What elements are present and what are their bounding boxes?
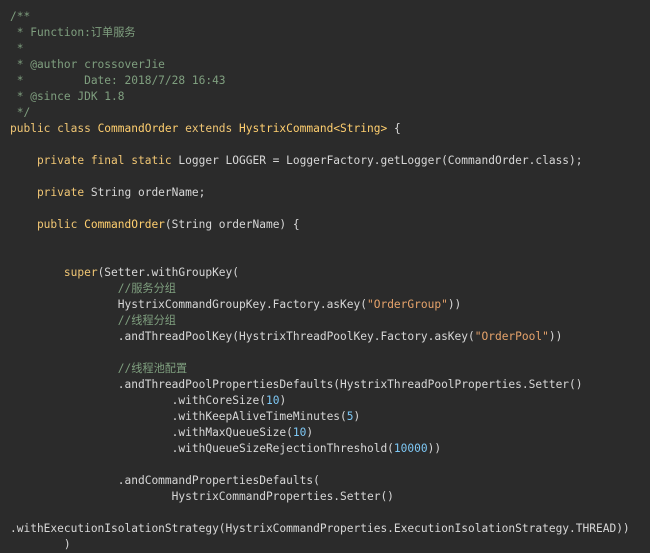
- code-line: public class CommandOrder extends Hystri…: [10, 121, 650, 137]
- code-token: <String>: [333, 122, 388, 135]
- code-token: 5: [346, 410, 354, 423]
- code-token: .andCommandPropertiesDefaults(: [10, 474, 320, 487]
- code-line: * @author crossoverJie: [10, 57, 650, 73]
- code-token: .withKeepAliveTimeMinutes(: [10, 410, 347, 423]
- code-token: .withQueueSizeRejectionThreshold(: [10, 442, 394, 455]
- code-token: String orderName;: [90, 186, 206, 199]
- code-token: .withCoreSize(: [10, 394, 266, 407]
- code-token: .withMaxQueueSize(: [10, 426, 293, 439]
- code-line: .withCoreSize(10): [10, 393, 650, 409]
- code-line: //线程池配置: [10, 361, 650, 377]
- code-token: *: [10, 42, 24, 55]
- code-token: public class: [10, 122, 98, 135]
- code-line: //线程分组: [10, 313, 650, 329]
- code-line: * @since JDK 1.8: [10, 89, 650, 105]
- code-token: "OrderPool": [474, 330, 549, 343]
- code-line: .withKeepAliveTimeMinutes(5): [10, 409, 650, 425]
- code-line: * Function:订单服务: [10, 25, 650, 41]
- code-line: super(Setter.withGroupKey(: [10, 265, 650, 281]
- code-line: .andCommandPropertiesDefaults(: [10, 473, 650, 489]
- code-token: HystrixCommandGroupKey.Factory.asKey(: [10, 298, 367, 311]
- code-token: )): [548, 330, 563, 343]
- code-line: public CommandOrder(String orderName) {: [10, 217, 650, 233]
- code-token: .andThreadPoolPropertiesDefaults(Hystrix…: [10, 378, 583, 391]
- code-token: .andThreadPoolKey(HystrixThreadPoolKey.F…: [10, 330, 475, 343]
- code-token: public: [10, 218, 85, 231]
- code-token: HystrixCommandProperties.Setter(): [10, 490, 394, 503]
- code-line: HystrixCommandProperties.Setter(): [10, 489, 650, 505]
- code-line: ): [10, 537, 650, 553]
- code-line: .andThreadPoolPropertiesDefaults(Hystrix…: [10, 377, 650, 393]
- code-token: 10: [292, 426, 307, 439]
- code-line: *: [10, 41, 650, 57]
- code-line: * Date: 2018/7/28 16:43: [10, 73, 650, 89]
- code-token: ): [279, 394, 287, 407]
- code-token: //线程池配置: [10, 362, 188, 375]
- code-token: extends: [178, 122, 240, 135]
- code-token: //线程分组: [10, 314, 176, 327]
- code-line: .withExecutionIsolationStrategy(HystrixC…: [10, 521, 650, 537]
- code-line: */: [10, 105, 650, 121]
- code-token: private: [10, 186, 91, 199]
- code-token: .withExecutionIsolationStrategy(HystrixC…: [10, 522, 630, 535]
- code-line: .andThreadPoolKey(HystrixThreadPoolKey.F…: [10, 329, 650, 345]
- code-token: ): [306, 426, 314, 439]
- code-token: HystrixCommand: [239, 122, 334, 135]
- code-token: /**: [10, 10, 31, 23]
- code-editor[interactable]: /** * Function:订单服务 * * @author crossove…: [0, 0, 650, 552]
- code-token: ): [353, 410, 361, 423]
- code-token: super: [10, 266, 98, 279]
- code-token: CommandOrder: [97, 122, 179, 135]
- code-token: "OrderGroup": [366, 298, 448, 311]
- code-token: * Function:订单服务: [10, 26, 136, 39]
- code-token: CommandOrder: [84, 218, 165, 231]
- code-token: * @since JDK 1.8: [10, 90, 125, 103]
- code-token: )): [447, 298, 462, 311]
- code-line: //服务分组: [10, 281, 650, 297]
- code-token: (String orderName) {: [164, 218, 300, 231]
- code-token: Logger LOGGER = LoggerFactory.getLogger(…: [178, 154, 583, 167]
- code-token: private final static: [10, 154, 179, 167]
- code-token: 10: [265, 394, 280, 407]
- code-line: private final static Logger LOGGER = Log…: [10, 153, 650, 169]
- code-line: .withMaxQueueSize(10): [10, 425, 650, 441]
- code-token: //服务分组: [10, 282, 176, 295]
- code-line: /**: [10, 9, 650, 25]
- code-token: {: [387, 122, 401, 135]
- code-token: * Date: 2018/7/28 16:43: [10, 74, 226, 87]
- code-line: HystrixCommandGroupKey.Factory.asKey("Or…: [10, 297, 650, 313]
- code-token: * @author crossoverJie: [10, 58, 165, 71]
- code-token: 10000: [393, 442, 428, 455]
- code-token: )): [427, 442, 442, 455]
- code-token: ): [10, 538, 71, 551]
- code-token: (Setter.withGroupKey(: [97, 266, 240, 279]
- code-line: private String orderName;: [10, 185, 650, 201]
- code-line: .withQueueSizeRejectionThreshold(10000)): [10, 441, 650, 457]
- code-token: */: [10, 106, 31, 119]
